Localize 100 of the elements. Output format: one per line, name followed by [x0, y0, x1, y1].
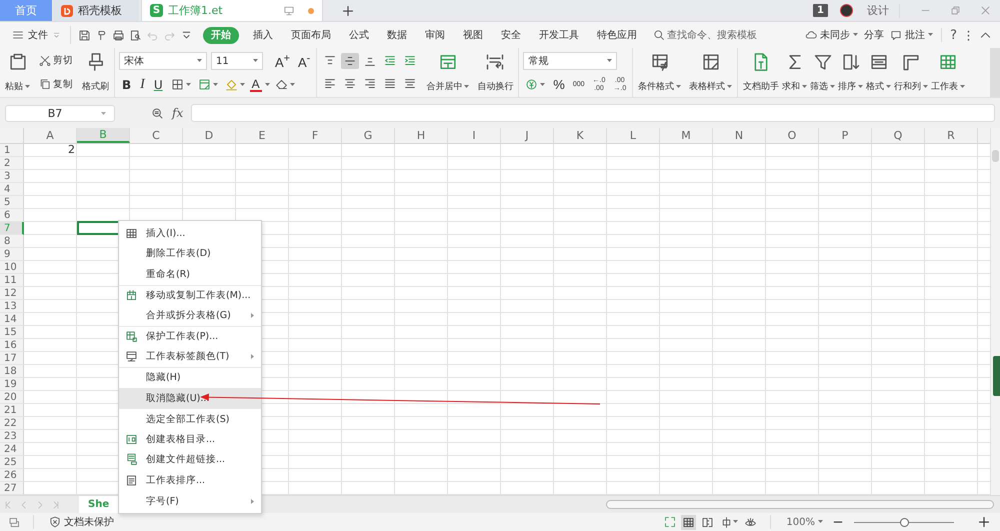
ribbon-tab[interactable]: 页面布局 [283, 26, 339, 44]
menu-item[interactable]: 工作表排序... [119, 470, 261, 491]
row-header[interactable]: 5 [0, 196, 24, 209]
format-painter-button[interactable]: 格式刷 [81, 50, 110, 95]
ribbon-tab[interactable]: 特色应用 [589, 26, 645, 44]
row-header[interactable]: 8 [0, 235, 24, 248]
font-name-select[interactable]: 宋体 [119, 52, 207, 70]
font-color-button[interactable]: A [250, 78, 262, 92]
file-menu-button[interactable]: 文件 [8, 28, 65, 42]
row-header[interactable]: 14 [0, 313, 24, 326]
column-header[interactable]: M [660, 128, 713, 143]
menu-item[interactable]: 插入(I)... [119, 223, 261, 244]
share-button[interactable]: 分享 [861, 28, 888, 42]
document-tab[interactable]: 稻壳模板 [53, 0, 139, 21]
row-header[interactable]: 4 [0, 183, 24, 196]
row-header[interactable]: 19 [0, 378, 24, 391]
row-header[interactable]: 25 [0, 456, 24, 469]
command-search[interactable]: 查找命令、搜索模板 [653, 28, 757, 42]
column-header[interactable]: F [289, 128, 342, 143]
menu-item[interactable]: 删除工作表(D) [119, 244, 261, 264]
column-header[interactable]: O [766, 128, 819, 143]
menu-item[interactable]: 创建文件超链接... [119, 450, 261, 470]
column-header[interactable]: P [819, 128, 872, 143]
column-header[interactable]: L [607, 128, 660, 143]
cut-button[interactable]: 剪切 [37, 53, 75, 68]
align-button[interactable] [341, 52, 360, 69]
vertical-scrollbar[interactable] [990, 128, 1000, 495]
help-button[interactable]: ? [947, 28, 960, 42]
row-header[interactable]: 17 [0, 352, 24, 365]
normal-view-button[interactable] [681, 514, 696, 530]
row-header[interactable]: 26 [0, 469, 24, 482]
underline-button[interactable]: U [150, 76, 166, 93]
shrink-font-button[interactable]: A$^{-}$ [296, 54, 312, 69]
rowcol-button[interactable]: 行和列 [893, 50, 930, 95]
filter-button[interactable]: 筛选 [809, 50, 836, 95]
percent-button[interactable]: % [551, 78, 567, 92]
style-button[interactable]: 条件格式 [637, 50, 682, 95]
row-header[interactable]: 11 [0, 274, 24, 287]
comment-button[interactable]: 批注 [887, 28, 936, 42]
row-header[interactable]: 24 [0, 443, 24, 456]
column-header[interactable]: N [713, 128, 766, 143]
italic-button[interactable]: I [137, 76, 148, 93]
ribbon-tab[interactable]: 开发工具 [531, 26, 587, 44]
row-header[interactable]: 20 [0, 391, 24, 404]
fx-label[interactable]: fx [172, 106, 184, 120]
column-header[interactable]: I [448, 128, 501, 143]
sheet-button[interactable]: 工作表 [930, 50, 966, 95]
column-header[interactable]: G [342, 128, 395, 143]
menu-item[interactable]: 创建表格目录... [119, 428, 261, 450]
row-header[interactable]: 15 [0, 326, 24, 339]
format-button[interactable]: 格式 [865, 50, 892, 95]
row-header[interactable]: 13 [0, 300, 24, 313]
scrollbar-thumb[interactable] [606, 500, 994, 509]
row-header[interactable]: 1 [0, 144, 24, 157]
ribbon-tab[interactable]: 审阅 [417, 26, 453, 44]
menu-item[interactable]: 保护工作表(P)... [119, 326, 261, 347]
row-header[interactable]: 27 [0, 482, 24, 495]
bold-button[interactable]: B [119, 76, 134, 93]
scrollbar-thumb[interactable] [992, 150, 999, 162]
side-panel-handle[interactable] [993, 356, 1000, 396]
column-header[interactable]: J [501, 128, 554, 143]
merge-center-button[interactable]: 合并居中 [425, 50, 470, 95]
column-header[interactable]: R [925, 128, 978, 143]
column-header[interactable]: Q [872, 128, 925, 143]
row-header[interactable]: 23 [0, 430, 24, 443]
fullscreen-button[interactable] [663, 515, 678, 529]
paste-button[interactable]: 粘贴 [4, 50, 31, 95]
sort-button[interactable]: 排序 [837, 50, 864, 95]
ribbon-tab[interactable]: 视图 [455, 26, 491, 44]
menu-item[interactable]: 移动或复制工作表(M)... [119, 284, 261, 306]
ribbon-tab[interactable]: 安全 [493, 26, 529, 44]
menu-item[interactable]: 合并或拆分表格(G) [119, 305, 261, 326]
row-header[interactable]: 9 [0, 248, 24, 261]
zoom-in-button[interactable] [976, 516, 992, 528]
row-header[interactable]: 21 [0, 404, 24, 417]
formula-input[interactable] [191, 104, 995, 122]
row-header[interactable]: 22 [0, 417, 24, 430]
row-header[interactable]: 18 [0, 365, 24, 378]
menu-item[interactable]: 重命名(R) [119, 264, 261, 285]
menu-item[interactable]: 选定全部工作表(S) [119, 408, 261, 429]
zoom-slider-thumb[interactable] [900, 518, 909, 526]
ribbon-tab[interactable]: 数据 [379, 26, 415, 44]
row-header[interactable]: 3 [0, 170, 24, 183]
row-header[interactable]: 16 [0, 339, 24, 352]
row-header[interactable]: 6 [0, 209, 24, 222]
row-header[interactable]: 2 [0, 157, 24, 170]
ribbon-tab[interactable]: 插入 [245, 26, 281, 44]
copy-button[interactable]: 复制 [37, 76, 75, 92]
number-format-select[interactable]: 常规 [523, 52, 618, 70]
name-box[interactable]: B7 [5, 104, 115, 122]
font-size-select[interactable]: 11 [211, 52, 263, 70]
row-header[interactable]: 12 [0, 287, 24, 300]
zoom-level-button[interactable]: 100% [783, 516, 826, 528]
row-header[interactable]: 10 [0, 261, 24, 274]
column-header[interactable]: E [236, 128, 289, 143]
column-header[interactable]: C [130, 128, 183, 143]
style-button[interactable]: 表格样式 [688, 50, 734, 95]
user-avatar[interactable] [840, 4, 853, 17]
ribbon-tab[interactable]: 公式 [341, 26, 377, 44]
protection-status[interactable]: 文档未保护 [46, 515, 117, 529]
